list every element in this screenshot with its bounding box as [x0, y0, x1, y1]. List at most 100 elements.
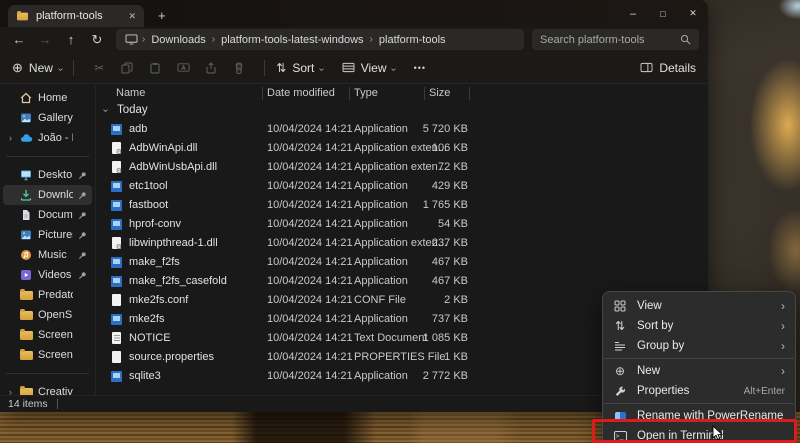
- application-icon: [111, 371, 122, 382]
- menu-item-view[interactable]: View: [603, 296, 795, 316]
- sidebar-item-jo-o-personal[interactable]: ›João - Personal: [3, 128, 92, 148]
- chevron-down-icon: [392, 61, 395, 75]
- explorer-tab[interactable]: platform-tools ✕: [8, 5, 144, 27]
- column-divider[interactable]: [262, 87, 263, 100]
- address-bar: ›Downloads›platform-tools-latest-windows…: [0, 27, 708, 52]
- group-by-icon: [613, 340, 627, 352]
- navigation-pane: HomeGallery›João - Personal DesktopDownlo…: [0, 85, 95, 395]
- minimize-button[interactable]: [618, 0, 648, 27]
- sidebar-item-openshell-review[interactable]: OpenShell review: [3, 305, 92, 325]
- this-pc-icon: [124, 34, 138, 45]
- sidebar-item-documents[interactable]: Documents: [3, 205, 92, 225]
- menu-item-sort-by[interactable]: Sort by: [603, 316, 795, 336]
- close-button[interactable]: [678, 0, 708, 27]
- group-label: Today: [117, 104, 148, 116]
- red-highlight-annotation: [592, 419, 797, 443]
- copy-icon[interactable]: [113, 62, 141, 74]
- expand-chevron-icon[interactable]: ›: [7, 133, 14, 143]
- videos-icon: [19, 269, 33, 281]
- tab-close-icon[interactable]: ✕: [128, 11, 136, 22]
- menu-item-properties[interactable]: PropertiesAlt+Enter: [603, 381, 795, 401]
- details-pane-button[interactable]: Details: [640, 61, 696, 75]
- folder-icon: [19, 311, 33, 320]
- file-row[interactable]: make_f2fs10/04/2024 14:21Application467 …: [96, 253, 708, 272]
- file-date-modified: 10/04/2024 14:21: [267, 237, 353, 249]
- column-divider[interactable]: [469, 87, 470, 100]
- new-button[interactable]: New: [12, 60, 62, 76]
- sidebar-item-label: Screenshots: [38, 329, 73, 341]
- conf-file-icon: [112, 294, 121, 306]
- file-name: source.properties: [129, 351, 214, 363]
- folder-icon: [19, 388, 33, 396]
- sidebar-item-creative-cloud-files[interactable]: ›Creative Cloud Files: [3, 382, 92, 395]
- rename-icon[interactable]: [169, 62, 197, 73]
- cut-icon[interactable]: [85, 61, 113, 75]
- column-name[interactable]: Name: [116, 87, 145, 99]
- folder-icon: [19, 331, 33, 340]
- refresh-button[interactable]: [84, 32, 110, 48]
- application-icon: [111, 257, 122, 268]
- text-document-icon: [112, 332, 121, 344]
- delete-icon[interactable]: [225, 62, 253, 74]
- pictures-icon: [19, 229, 33, 241]
- file-row[interactable]: AdbWinUsbApi.dll10/04/2024 14:21Applicat…: [96, 158, 708, 177]
- sidebar-item-gallery[interactable]: Gallery: [3, 108, 92, 128]
- file-row[interactable]: hprof-conv10/04/2024 14:21Application54 …: [96, 215, 708, 234]
- file-date-modified: 10/04/2024 14:21: [267, 370, 353, 382]
- file-size: 106 KB: [386, 142, 468, 154]
- paste-icon[interactable]: [141, 62, 169, 74]
- sidebar-item-desktop[interactable]: Desktop: [3, 165, 92, 185]
- breadcrumb[interactable]: ›Downloads›platform-tools-latest-windows…: [116, 29, 524, 50]
- sidebar-item-pictures[interactable]: Pictures: [3, 225, 92, 245]
- menu-item-group-by[interactable]: Group by: [603, 336, 795, 356]
- file-name: hprof-conv: [129, 218, 181, 230]
- group-header-today[interactable]: Today: [96, 102, 708, 120]
- search-input[interactable]: Search platform-tools: [532, 29, 699, 50]
- sidebar-item-predator-helios[interactable]: Predator Helios: [3, 285, 92, 305]
- new-tab-button[interactable]: +: [158, 8, 166, 23]
- back-button[interactable]: [6, 32, 32, 47]
- file-row[interactable]: libwinpthread-1.dll10/04/2024 14:21Appli…: [96, 234, 708, 253]
- folder-icon: [19, 351, 33, 360]
- file-date-modified: 10/04/2024 14:21: [267, 123, 353, 135]
- sidebar-item-videos[interactable]: Videos: [3, 265, 92, 285]
- application-icon: [111, 181, 122, 192]
- file-row[interactable]: make_f2fs_casefold10/04/2024 14:21Applic…: [96, 272, 708, 291]
- application-icon: [111, 314, 122, 325]
- forward-button[interactable]: [32, 32, 58, 47]
- downloads-icon: [19, 189, 33, 201]
- expand-chevron-icon[interactable]: ›: [7, 387, 14, 395]
- column-divider[interactable]: [424, 87, 425, 100]
- file-row[interactable]: fastboot10/04/2024 14:21Application1 765…: [96, 196, 708, 215]
- more-options-icon[interactable]: [406, 63, 434, 73]
- sidebar-item-downloads[interactable]: Downloads: [3, 185, 92, 205]
- share-icon[interactable]: [197, 62, 225, 74]
- sidebar-item-music[interactable]: Music: [3, 245, 92, 265]
- breadcrumb-item[interactable]: platform-tools-latest-windows: [217, 34, 367, 46]
- view-button[interactable]: View: [342, 61, 396, 75]
- sidebar-item-label: Screens: [38, 349, 73, 361]
- breadcrumb-item[interactable]: Downloads: [147, 34, 209, 46]
- sidebar-item-home[interactable]: Home: [3, 88, 92, 108]
- file-row[interactable]: AdbWinApi.dll10/04/2024 14:21Application…: [96, 139, 708, 158]
- view-label: View: [361, 61, 387, 75]
- sort-by-icon: [613, 319, 627, 333]
- file-date-modified: 10/04/2024 14:21: [267, 180, 353, 192]
- up-button[interactable]: [58, 32, 84, 47]
- sidebar-item-screens[interactable]: Screens: [3, 345, 92, 365]
- new-plus-icon: [12, 60, 23, 76]
- column-type[interactable]: Type: [354, 87, 378, 99]
- column-divider[interactable]: [349, 87, 350, 100]
- maximize-button[interactable]: [648, 0, 678, 27]
- application-icon: [111, 200, 122, 211]
- sidebar-item-screenshots[interactable]: Screenshots: [3, 325, 92, 345]
- file-row[interactable]: adb10/04/2024 14:21Application5 720 KB: [96, 120, 708, 139]
- menu-item-new[interactable]: New: [603, 361, 795, 381]
- column-size[interactable]: Size: [429, 87, 450, 99]
- statusbar-divider: [57, 399, 58, 409]
- collapse-group-icon[interactable]: [104, 104, 107, 116]
- menu-item-label: Properties: [637, 385, 689, 397]
- breadcrumb-item[interactable]: platform-tools: [375, 34, 450, 46]
- file-row[interactable]: etc1tool10/04/2024 14:21Application429 K…: [96, 177, 708, 196]
- sort-button[interactable]: Sort: [276, 61, 323, 75]
